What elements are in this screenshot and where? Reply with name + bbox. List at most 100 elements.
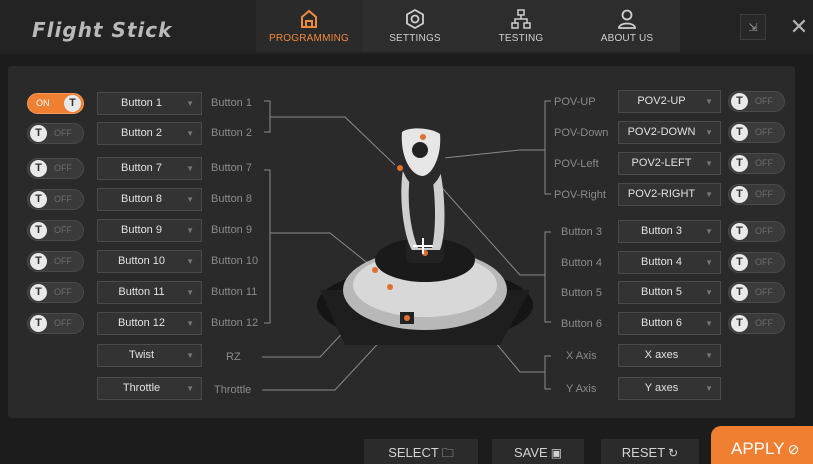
toggle-knob: T — [731, 254, 748, 271]
button-select[interactable]: POV2-UP ▼ — [618, 90, 721, 113]
toggle-switch[interactable]: T OFF — [27, 282, 84, 303]
axis-select[interactable]: X axes ▼ — [618, 344, 721, 367]
select-value: Button 5 — [641, 286, 682, 298]
select-button[interactable]: SELECT 🗀 — [364, 439, 478, 464]
toggle-state: OFF — [54, 194, 72, 204]
check-icon: ⊘ — [787, 441, 800, 457]
chevron-down-icon: ▼ — [186, 384, 194, 393]
toggle-switch[interactable]: T OFF — [728, 184, 785, 205]
chevron-down-icon: ▼ — [186, 257, 194, 266]
select-value: X axes — [644, 349, 679, 361]
toggle-switch[interactable]: T OFF — [27, 158, 84, 179]
toggle-switch[interactable]: T OFF — [27, 123, 84, 144]
button-select[interactable]: Button 10 ▼ — [97, 250, 202, 273]
toggle-knob: T — [30, 191, 47, 208]
toggle-switch[interactable]: T OFF — [728, 153, 785, 174]
button-select[interactable]: Button 1 ▼ — [97, 92, 202, 115]
chevron-down-icon: ▼ — [705, 159, 713, 168]
toggle-knob: T — [731, 93, 748, 110]
select-value: Button 11 — [118, 286, 165, 298]
toggle-knob: T — [30, 315, 47, 332]
select-value: Y axes — [644, 382, 679, 394]
mapping-label: Button 6 — [561, 318, 602, 330]
toggle-switch[interactable]: T OFF — [728, 122, 785, 143]
chevron-down-icon: ▼ — [186, 99, 194, 108]
chevron-down-icon: ▼ — [705, 190, 713, 199]
mapping-label: Button 9 — [211, 224, 252, 236]
button-select[interactable]: Button 8 ▼ — [97, 188, 202, 211]
axis-select[interactable]: Throttle ▼ — [97, 377, 202, 400]
select-value: Button 12 — [117, 317, 166, 329]
select-value: Button 9 — [121, 224, 162, 236]
toggle-switch[interactable]: T OFF — [27, 313, 84, 334]
toggle-switch[interactable]: T OFF — [728, 313, 785, 334]
mapping-label: Button 11 — [211, 286, 258, 298]
chevron-down-icon: ▼ — [186, 195, 194, 204]
select-value: POV2-RIGHT — [627, 188, 696, 200]
mapping-label: Button 4 — [561, 257, 602, 269]
save-label: SAVE — [513, 445, 548, 460]
button-select[interactable]: Button 5 ▼ — [618, 281, 721, 304]
chevron-down-icon: ▼ — [186, 129, 194, 138]
button-select[interactable]: Button 4 ▼ — [618, 251, 721, 274]
axis-label: Throttle — [214, 384, 252, 396]
toggle-knob: T — [30, 284, 47, 301]
select-value: POV2-UP — [637, 95, 686, 107]
toggle-switch[interactable]: T OFF — [728, 221, 785, 242]
save-button[interactable]: SAVE ▣ — [492, 439, 584, 464]
toggle-knob: T — [731, 284, 748, 301]
toggle-knob: T — [731, 155, 748, 172]
toggle-switch[interactable]: T OFF — [728, 252, 785, 273]
button-select[interactable]: POV2-LEFT ▼ — [618, 152, 721, 175]
mapping-label: POV-UP — [554, 96, 596, 108]
chevron-down-icon: ▼ — [186, 288, 194, 297]
toggle-knob: T — [731, 223, 748, 240]
chevron-down-icon: ▼ — [705, 351, 713, 360]
select-value: Button 2 — [121, 127, 162, 139]
select-value: Button 1 — [121, 97, 162, 109]
chevron-down-icon: ▼ — [705, 227, 713, 236]
button-select[interactable]: Button 7 ▼ — [97, 157, 202, 180]
toggle-state: OFF — [54, 256, 72, 266]
button-select[interactable]: Button 9 ▼ — [97, 219, 202, 242]
button-select[interactable]: POV2-DOWN ▼ — [618, 121, 721, 144]
mapping-label: POV-Left — [554, 158, 599, 170]
chevron-down-icon: ▼ — [705, 384, 713, 393]
axis-select[interactable]: Twist ▼ — [97, 344, 202, 367]
button-select[interactable]: POV2-RIGHT ▼ — [618, 183, 721, 206]
toggle-switch[interactable]: T OFF — [27, 220, 84, 241]
toggle-state: OFF — [54, 163, 72, 173]
folder-icon: 🗀 — [441, 446, 454, 460]
mapping-label: Button 7 — [211, 162, 252, 174]
chevron-down-icon: ▼ — [705, 319, 713, 328]
select-value: Twist — [128, 349, 155, 361]
axis-select[interactable]: Y axes ▼ — [618, 377, 721, 400]
button-select[interactable]: Button 12 ▼ — [97, 312, 202, 335]
toggle-state: OFF — [755, 158, 773, 168]
toggle-knob: T — [30, 160, 47, 177]
apply-button[interactable]: APPLY ⊘ — [711, 426, 813, 464]
reset-button[interactable]: RESET ↻ — [601, 439, 699, 464]
toggle-state: OFF — [54, 225, 72, 235]
toggle-switch[interactable]: T ON — [27, 93, 84, 114]
select-value: Button 10 — [117, 255, 166, 267]
mapping-label: POV-Right — [554, 189, 606, 201]
mapping-label: Button 1 — [211, 97, 252, 109]
chevron-down-icon: ▼ — [186, 351, 194, 360]
toggle-switch[interactable]: T OFF — [728, 282, 785, 303]
button-select[interactable]: Button 2 ▼ — [97, 122, 202, 145]
mapping-label: Button 3 — [561, 226, 602, 238]
toggle-switch[interactable]: T OFF — [27, 189, 84, 210]
toggle-knob: T — [30, 222, 47, 239]
button-select[interactable]: Button 11 ▼ — [97, 281, 202, 304]
toggle-state: OFF — [54, 318, 72, 328]
axis-label: Y Axis — [566, 383, 597, 395]
toggle-knob: T — [731, 315, 748, 332]
toggle-state: OFF — [755, 226, 773, 236]
button-select[interactable]: Button 6 ▼ — [618, 312, 721, 335]
chevron-down-icon: ▼ — [705, 288, 713, 297]
toggle-switch[interactable]: T OFF — [728, 91, 785, 112]
toggle-switch[interactable]: T OFF — [27, 251, 84, 272]
select-value: Button 7 — [121, 162, 162, 174]
button-select[interactable]: Button 3 ▼ — [618, 220, 721, 243]
